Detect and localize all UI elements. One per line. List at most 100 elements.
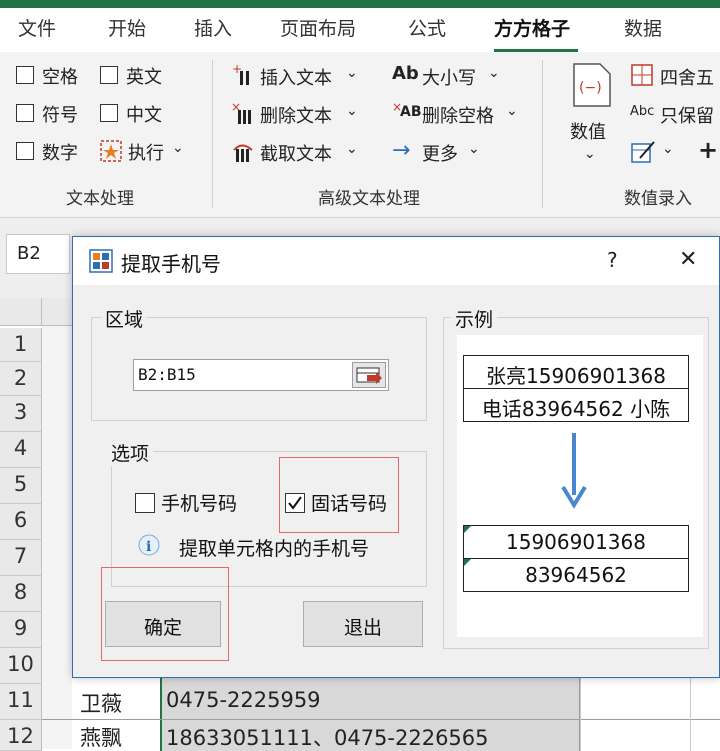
tab-data[interactable]: 数据 [624, 14, 662, 41]
keep-label: 只保留 [660, 106, 714, 127]
range-value: B2:B15 [138, 365, 196, 384]
row-header[interactable]: 5 [0, 468, 42, 504]
execute-button[interactable]: 执行 ⌄ [100, 138, 192, 164]
mobile-label: 手机号码 [161, 493, 238, 515]
range-select-button[interactable] [352, 362, 386, 388]
row-header[interactable]: 6 [0, 504, 42, 540]
group-separator [212, 60, 213, 208]
insert-text-label: 插入文本 [260, 68, 332, 89]
row-header[interactable]: 2 [0, 362, 42, 396]
cut-text-label: 截取文本 [260, 144, 332, 165]
chevron-down-icon: ⌄ [346, 141, 358, 157]
case-icon: Ab [392, 63, 419, 84]
insert-text-icon: + [232, 62, 249, 85]
group-label-advanced: 高级文本处理 [318, 189, 420, 209]
mobile-checkbox[interactable] [135, 493, 155, 513]
row-header[interactable]: 12 [0, 720, 42, 751]
round-label: 四舍五 [660, 68, 714, 89]
chinese-checkbox[interactable] [100, 104, 118, 122]
row-header[interactable]: 10 [0, 648, 42, 684]
round-icon [631, 64, 653, 86]
mobile-option[interactable]: 手机号码 [135, 489, 255, 517]
extract-phone-dialog: 提取手机号 ? ✕ 区域 B2:B15 选项 手机号码 固话号码 i 提取单元格… [72, 236, 720, 678]
cell-corner-marker [464, 526, 471, 533]
row-header[interactable]: 4 [0, 432, 42, 468]
options-label: 选项 [107, 439, 154, 466]
col-line [690, 672, 691, 751]
example-output: 15906901368 [463, 525, 689, 559]
example-input: 电话83964562 小陈 [463, 388, 689, 422]
col-line [580, 672, 581, 751]
number-checkbox[interactable] [16, 142, 34, 160]
case-label: 大小写 [422, 68, 476, 89]
tab-formulas[interactable]: 公式 [408, 14, 446, 41]
edit-dropdown-button[interactable]: ⌄ [630, 138, 680, 166]
tab-home[interactable]: 开始 [108, 14, 146, 41]
chevron-down-icon: ⌄ [172, 140, 184, 156]
delete-space-button[interactable]: × AB 删除空格 ⌄ [392, 100, 528, 128]
execute-icon [100, 140, 122, 162]
ab-icon: AB [400, 104, 422, 120]
tab-file[interactable]: 文件 [18, 14, 56, 41]
selected-column-band [42, 326, 72, 749]
example-output: 83964562 [463, 558, 689, 592]
row-header[interactable]: 8 [0, 576, 42, 612]
svg-text:i: i [146, 539, 151, 555]
delete-text-button[interactable]: × 删除文本 ⌄ [230, 100, 370, 128]
tab-fangfanggezi[interactable]: 方方格子 [494, 14, 570, 41]
select-all-corner[interactable] [0, 298, 42, 326]
row-header[interactable]: 1 [0, 328, 42, 362]
chevron-down-icon: ⌄ [346, 65, 358, 81]
arrow-down-icon [561, 433, 587, 509]
info-icon: i [138, 534, 160, 556]
area-label: 区域 [101, 305, 148, 332]
value-button[interactable]: (−) 数值 ⌄ [566, 62, 618, 172]
cut-text-button[interactable]: 截取文本 ⌄ [230, 138, 370, 166]
dialog-titlebar[interactable]: 提取手机号 ? ✕ [73, 237, 719, 285]
app-icon [89, 249, 113, 273]
value-icon: (−) [573, 63, 611, 107]
cell-name[interactable]: 燕飘 [80, 722, 122, 751]
cell-phone[interactable]: 18633051111、0475-2226565 [166, 722, 489, 751]
row-header[interactable]: 7 [0, 540, 42, 576]
row-header[interactable]: 11 [0, 684, 42, 720]
more-button[interactable]: → 更多 ⌄ [392, 138, 492, 166]
dialog-title: 提取手机号 [121, 252, 221, 276]
info-text: 提取单元格内的手机号 [179, 538, 370, 560]
cell-corner-marker [464, 559, 471, 566]
exit-button[interactable]: 退出 [303, 601, 423, 647]
chevron-down-icon: ⌄ [468, 141, 480, 157]
chevron-down-icon: ⌄ [662, 141, 674, 157]
cut-text-icon [233, 144, 253, 162]
example-panel: 张亮15906901368 电话83964562 小陈 15906901368 … [457, 335, 703, 637]
tab-insert[interactable]: 插入 [194, 14, 232, 41]
cell-phone[interactable]: 0475-2225959 [166, 688, 321, 712]
highlight-box [101, 567, 229, 661]
range-input[interactable]: B2:B15 [133, 359, 389, 391]
tab-page-layout[interactable]: 页面布局 [280, 14, 356, 41]
delete-space-label: 删除空格 [422, 106, 494, 127]
svg-text:(−): (−) [579, 80, 602, 96]
english-label: 英文 [126, 67, 162, 88]
round-button[interactable]: 四舍五 [630, 62, 720, 90]
row-header[interactable]: 3 [0, 396, 42, 432]
help-button[interactable]: ? [607, 248, 618, 272]
row-header[interactable]: 9 [0, 612, 42, 648]
insert-text-button[interactable]: + 插入文本 ⌄ [230, 62, 370, 90]
keep-button[interactable]: Abc 只保留 [630, 100, 720, 128]
case-button[interactable]: Ab 大小写 ⌄ [392, 62, 512, 90]
close-button[interactable]: ✕ [679, 247, 697, 272]
range-picker-icon [356, 367, 382, 384]
chevron-down-icon: ⌄ [346, 103, 358, 119]
delete-text-label: 删除文本 [260, 106, 332, 127]
more-label: 更多 [422, 144, 458, 165]
symbol-checkbox[interactable] [16, 104, 34, 122]
space-checkbox[interactable] [16, 66, 34, 84]
chevron-down-icon: ⌄ [488, 65, 500, 81]
space-label: 空格 [42, 67, 78, 88]
cell-name[interactable]: 卫薇 [80, 688, 122, 718]
highlight-box [279, 457, 399, 533]
name-box[interactable]: B2 [6, 234, 70, 274]
plus-icon[interactable]: + [698, 136, 718, 164]
english-checkbox[interactable] [100, 66, 118, 84]
